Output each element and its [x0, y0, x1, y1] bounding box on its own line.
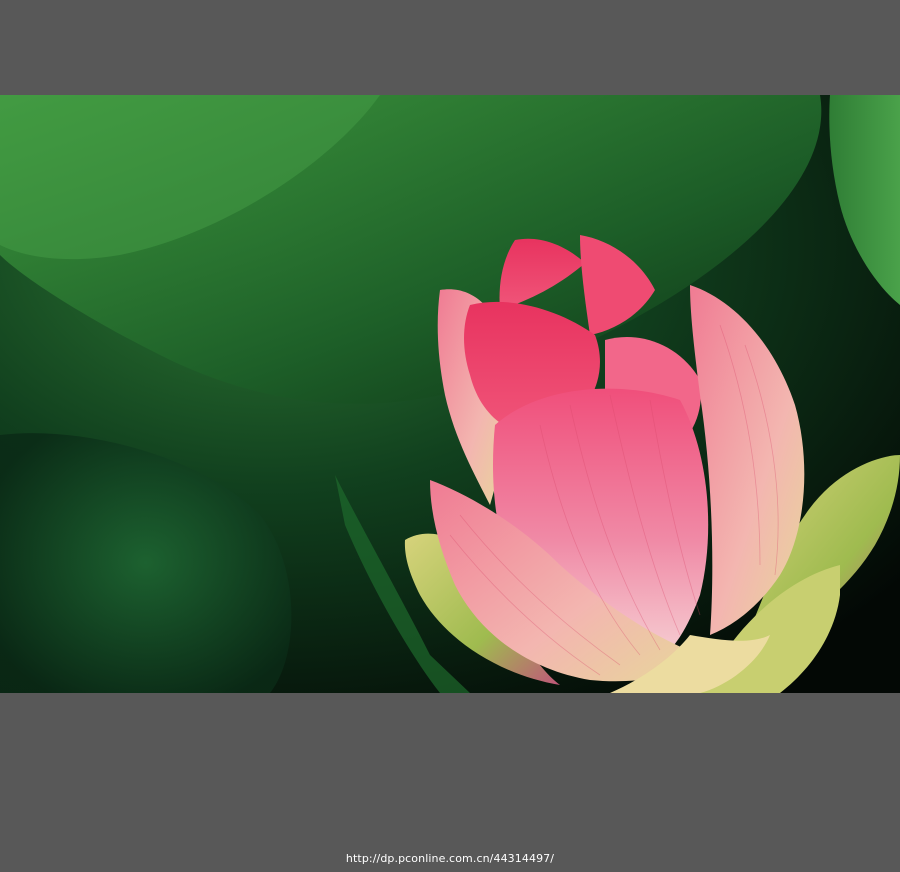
lotus-photo — [0, 95, 900, 693]
lotus-photo-art — [0, 95, 900, 693]
source-url-caption: http://dp.pconline.com.cn/44314497/ — [345, 852, 555, 865]
frame-top-border — [0, 0, 900, 95]
frame-bottom-border — [0, 693, 900, 872]
